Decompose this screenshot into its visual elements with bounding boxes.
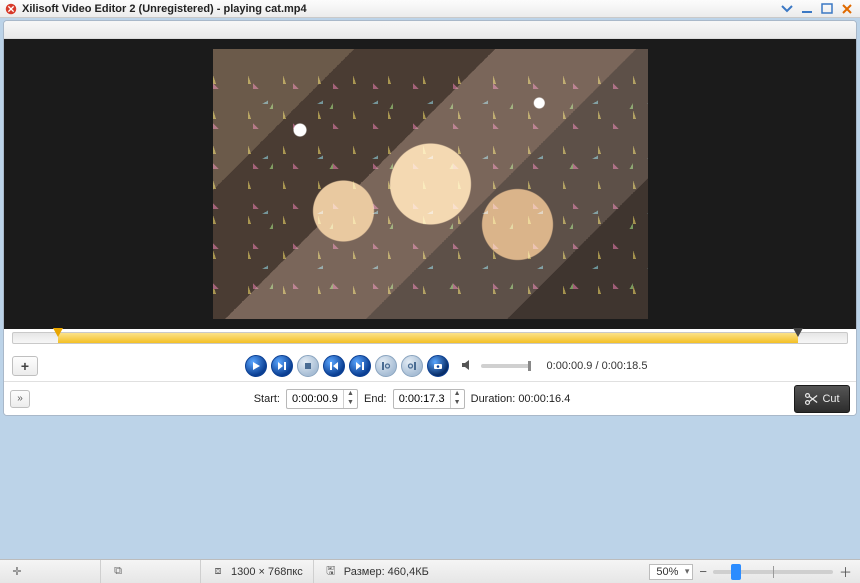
crosshair-icon: ✛ <box>10 565 24 578</box>
image-dimensions: 1300 × 768пкс <box>231 566 303 578</box>
snapshot-button[interactable] <box>427 355 449 377</box>
scissors-icon <box>804 392 818 406</box>
skip-forward-button[interactable] <box>349 355 371 377</box>
timeline-end-marker[interactable] <box>793 328 803 337</box>
duration-label: Duration: 00:00:16.4 <box>471 393 571 405</box>
zoom-value: 50% <box>656 566 678 578</box>
transport-row: + <box>4 351 856 381</box>
end-time-field[interactable] <box>394 393 450 405</box>
maximize-button[interactable] <box>818 2 836 16</box>
timeline-start-marker[interactable] <box>53 328 63 337</box>
timeline[interactable] <box>4 329 856 351</box>
end-label: End: <box>364 393 387 405</box>
app-icon <box>4 2 18 16</box>
cut-button-label: Cut <box>822 393 839 405</box>
desktop-background <box>0 416 860 539</box>
close-button[interactable] <box>838 2 856 16</box>
zoom-dropdown[interactable]: 50% <box>649 564 693 580</box>
start-label: Start: <box>254 393 280 405</box>
transport-controls <box>245 355 449 377</box>
end-time-stepper[interactable]: ▲▼ <box>450 390 464 408</box>
add-clip-button[interactable]: + <box>12 356 38 376</box>
stop-button[interactable] <box>297 355 319 377</box>
cut-parameters-row: » Start: ▲▼ End: ▲▼ Duration: 00:00:16.4… <box>4 381 856 415</box>
start-time-input[interactable]: ▲▼ <box>286 389 358 409</box>
volume-slider[interactable] <box>481 364 531 368</box>
play-button[interactable] <box>245 355 267 377</box>
minimize-to-tray-button[interactable] <box>778 2 796 16</box>
file-size: Размер: 460,4КБ <box>344 566 429 578</box>
zoom-slider[interactable] <box>713 570 833 574</box>
video-frame[interactable] <box>213 49 648 319</box>
cut-button[interactable]: Cut <box>794 385 850 413</box>
start-time-field[interactable] <box>287 393 343 405</box>
end-time-input[interactable]: ▲▼ <box>393 389 465 409</box>
editor-window: + <box>3 20 857 416</box>
mark-out-button[interactable] <box>401 355 423 377</box>
zoom-controls: 50% − ＋ <box>641 562 860 581</box>
selection-icon: ⧉ <box>111 565 125 578</box>
timeline-selection[interactable] <box>58 333 798 343</box>
zoom-out-button[interactable]: − <box>699 564 707 579</box>
next-frame-button[interactable] <box>271 355 293 377</box>
skip-back-button[interactable] <box>323 355 345 377</box>
video-preview-area <box>4 39 856 329</box>
window-title: Xilisoft Video Editor 2 (Unregistered) -… <box>22 3 778 15</box>
mark-in-button[interactable] <box>375 355 397 377</box>
filesize-icon: 🖫 <box>324 562 338 581</box>
zoom-in-button[interactable]: ＋ <box>839 562 852 581</box>
start-time-stepper[interactable]: ▲▼ <box>343 390 357 408</box>
minimize-button[interactable] <box>798 2 816 16</box>
expand-segments-button[interactable]: » <box>10 390 30 408</box>
timeline-track[interactable] <box>12 332 848 344</box>
dimensions-icon: ⧈ <box>211 565 225 578</box>
window-titlebar: Xilisoft Video Editor 2 (Unregistered) -… <box>0 0 860 18</box>
status-bar: ✛ ⧉ ⧈ 1300 × 768пкс 🖫 Размер: 460,4КБ 50… <box>0 559 860 583</box>
toolbar-strip <box>4 21 856 39</box>
volume-icon[interactable] <box>461 359 475 374</box>
time-readout: 0:00:00.9 / 0:00:18.5 <box>547 360 648 372</box>
